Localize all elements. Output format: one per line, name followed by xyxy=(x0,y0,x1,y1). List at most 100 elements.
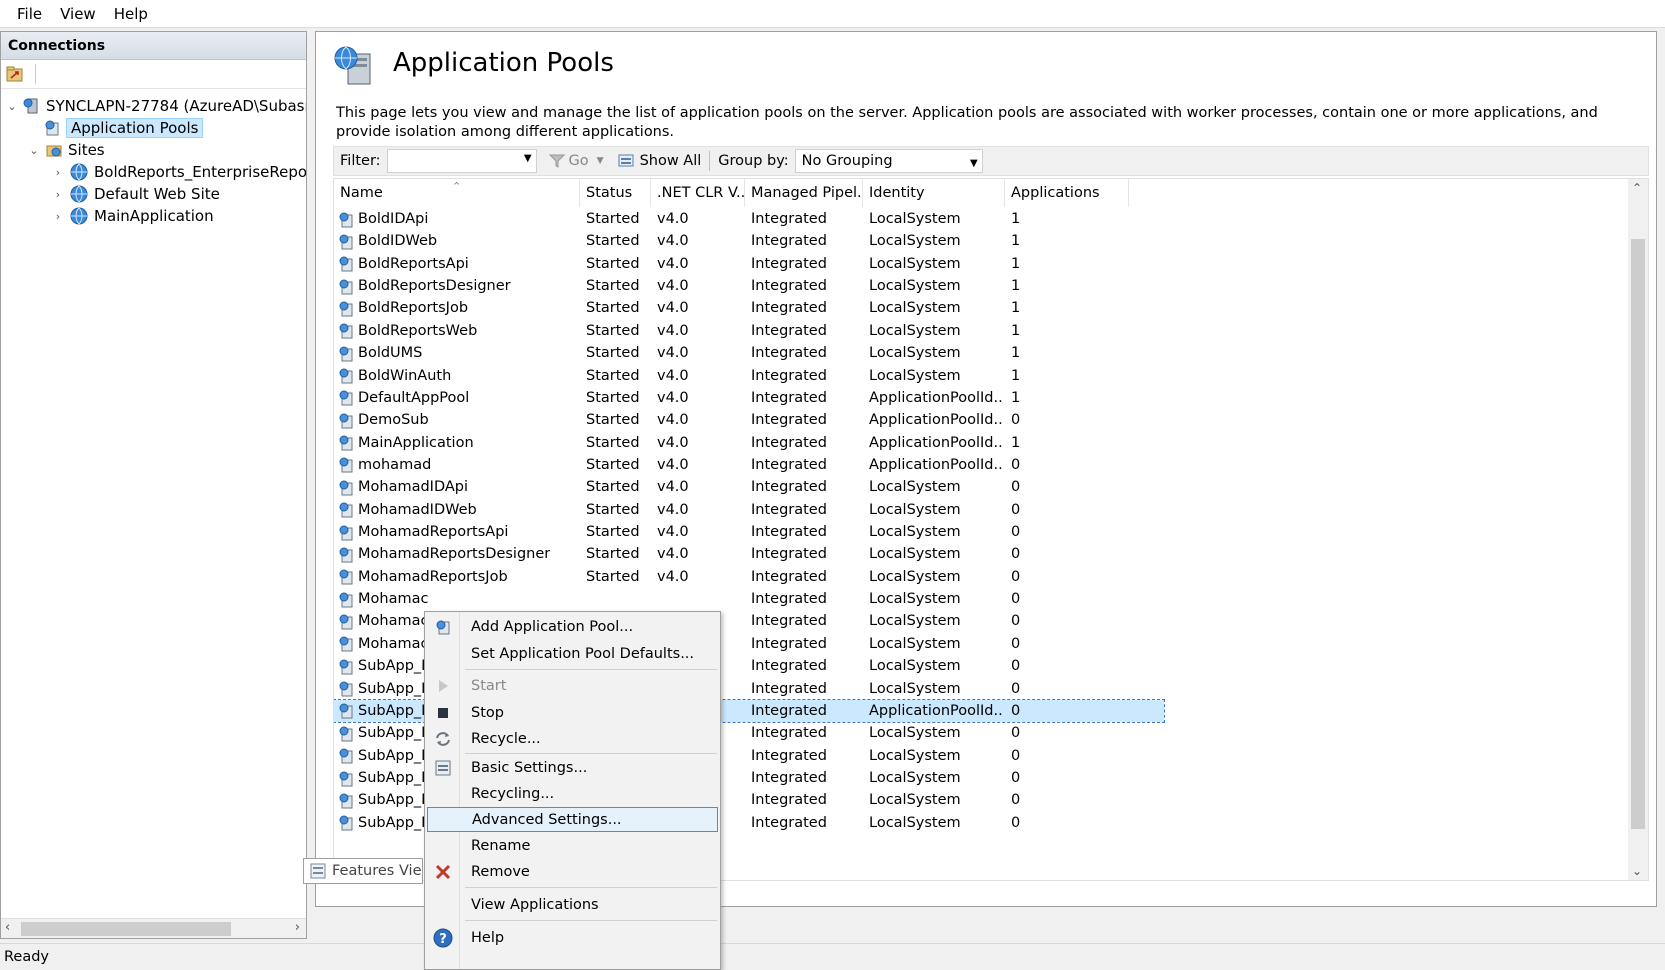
cell-apps: 0 xyxy=(1011,613,1021,630)
column-header-applications[interactable]: Applications xyxy=(1005,179,1129,207)
menu-item-add-application-pool[interactable]: Add Application Pool... xyxy=(427,614,718,639)
group-by-select[interactable]: No Grouping ▼ xyxy=(794,149,983,175)
table-row[interactable]: MohamadIDApi Started v4.0 Integrated LocalSy… xyxy=(334,476,1164,498)
chevron-down-icon[interactable]: ⌄ xyxy=(27,144,41,157)
table-row[interactable]: BoldUMS Started v4.0 Integrated LocalSystem 1 xyxy=(334,342,1164,364)
tree-node-site[interactable]: › Default Web Site xyxy=(51,183,220,205)
cell-pipeline: Integrated xyxy=(751,211,827,227)
features-view-tab[interactable]: Features Vie xyxy=(303,858,423,884)
cell-identity: ApplicationPoolId... xyxy=(869,702,1003,719)
chevron-right-icon[interactable]: › xyxy=(51,188,65,201)
menu-file[interactable]: File xyxy=(8,5,51,23)
scroll-thumb[interactable] xyxy=(1631,239,1645,829)
cell-name: BoldUMS xyxy=(334,342,574,364)
scroll-thumb[interactable] xyxy=(21,922,231,936)
cell-identity: LocalSystem xyxy=(869,814,961,831)
dropdown-arrow-icon[interactable]: ▼ xyxy=(970,153,978,175)
dropdown-arrow-icon[interactable]: ▼ xyxy=(597,156,604,166)
table-row[interactable]: BoldReportsJob Started v4.0 Integrated Local… xyxy=(334,297,1164,319)
chevron-right-icon[interactable]: › xyxy=(51,166,65,179)
app-pool-icon xyxy=(339,547,353,563)
table-row[interactable]: mohamad Started v4.0 Integrated ApplicationP… xyxy=(334,454,1164,476)
column-header-status[interactable]: Status xyxy=(580,179,651,207)
menu-item-start[interactable]: Start xyxy=(427,673,718,698)
app-pool-icon xyxy=(339,212,353,227)
connections-hscrollbar[interactable]: ‹ › xyxy=(1,918,306,938)
table-row[interactable]: MainApplication Started v4.0 Integrated Appl… xyxy=(334,432,1164,454)
chevron-right-icon[interactable]: › xyxy=(51,210,65,223)
cell-status: Started xyxy=(586,412,640,429)
go-button[interactable]: Go ▼ xyxy=(548,153,604,169)
dropdown-arrow-icon[interactable]: ▼ xyxy=(524,153,532,164)
scroll-right-icon[interactable]: › xyxy=(295,920,300,935)
column-header-pipeline[interactable]: Managed Pipel... xyxy=(745,179,863,207)
tree-node-application-pools[interactable]: Application Pools xyxy=(39,117,204,139)
cell-apps: 0 xyxy=(1011,658,1021,675)
menu-item-help[interactable]: ? Help xyxy=(427,925,718,950)
table-row[interactable]: BoldWinAuth Started v4.0 Integrated LocalSys… xyxy=(334,365,1164,387)
menu-item-stop[interactable]: Stop xyxy=(427,700,718,725)
table-row[interactable]: BoldIDApi Started v4.0 Integrated LocalSyste… xyxy=(334,208,1164,230)
tree-node-site[interactable]: › MainApplication xyxy=(51,205,214,227)
cell-name: BoldReportsDesigner xyxy=(334,275,574,297)
cell-pipeline: Integrated xyxy=(751,278,827,295)
table-row[interactable]: MohamadReportsDesigner Started v4.0 Integra… xyxy=(334,543,1164,565)
menu-item-basic-settings[interactable]: Basic Settings... xyxy=(427,755,718,780)
menu-item-set-defaults[interactable]: Set Application Pool Defaults... xyxy=(427,641,718,666)
menu-separator xyxy=(465,920,717,921)
scroll-up-icon[interactable]: ⌃ xyxy=(1632,181,1642,195)
cell-name: DefaultAppPool xyxy=(334,387,574,409)
show-all-button[interactable]: Show All xyxy=(618,153,702,169)
menu-item-advanced-settings[interactable]: Advanced Settings... xyxy=(427,807,718,832)
cell-status: Started xyxy=(586,211,640,227)
connect-icon[interactable] xyxy=(5,65,25,83)
column-header-name[interactable]: Name ⌃ xyxy=(334,179,580,207)
table-row[interactable]: MohamadIDWeb Started v4.0 Integrated LocalSy… xyxy=(334,499,1164,521)
cell-status: Started xyxy=(586,322,640,339)
show-all-label: Show All xyxy=(639,153,702,169)
cell-apps: 1 xyxy=(1011,345,1021,362)
menu-item-view-applications[interactable]: View Applications xyxy=(427,892,718,917)
sort-up-icon: ⌃ xyxy=(452,180,462,193)
cell-status: Started xyxy=(586,255,640,272)
chevron-down-icon[interactable]: ⌄ xyxy=(5,100,19,113)
cell-clr: v4.0 xyxy=(657,434,689,451)
recycle-icon xyxy=(436,731,450,746)
menu-item-recycling[interactable]: Recycling... xyxy=(427,781,718,806)
table-row[interactable]: MohamadReportsApi Started v4.0 Integrated Lo… xyxy=(334,521,1164,543)
svg-text:?: ? xyxy=(439,932,447,947)
table-row[interactable]: BoldIDWeb Started v4.0 Integrated LocalSyste… xyxy=(334,230,1164,252)
connections-toolbar xyxy=(1,60,306,89)
table-row[interactable]: BoldReportsWeb Started v4.0 Integrated Local… xyxy=(334,320,1164,342)
tree-node-site[interactable]: › BoldReports_EnterpriseReportin xyxy=(51,161,306,183)
column-header-identity[interactable]: Identity xyxy=(863,179,1005,207)
table-row[interactable]: BoldReportsApi Started v4.0 Integrated Local… xyxy=(334,253,1164,275)
scroll-down-icon[interactable]: ⌄ xyxy=(1632,864,1642,878)
help-icon: ? xyxy=(433,928,453,947)
column-header-clr[interactable]: .NET CLR V... xyxy=(651,179,745,207)
table-row[interactable]: MohamadReportsJob Started v4.0 Integrated Lo… xyxy=(334,566,1164,588)
tree-node-server[interactable]: ⌄ SYNCLAPN-27784 (AzureAD\SubasriVi xyxy=(5,95,306,117)
grid-header: Name ⌃ Status .NET CLR V... Managed Pipel… xyxy=(334,179,1624,207)
table-row[interactable]: DefaultAppPool Started v4.0 Integrated Appli… xyxy=(334,387,1164,409)
grid-vscrollbar[interactable]: ⌃ ⌄ xyxy=(1628,179,1648,880)
table-row[interactable]: DemoSub Started v4.0 Integrated ApplicationP… xyxy=(334,409,1164,431)
filter-input[interactable]: ▼ xyxy=(386,149,537,173)
app-pool-icon xyxy=(339,480,353,496)
menu-help[interactable]: Help xyxy=(105,5,157,23)
menu-item-rename[interactable]: Rename xyxy=(427,833,718,858)
scroll-left-icon[interactable]: ‹ xyxy=(5,920,10,935)
group-by-label: Group by: xyxy=(718,153,789,169)
cell-name-text: SubApp_R xyxy=(358,814,432,831)
cell-clr: v4.0 xyxy=(657,211,689,227)
cell-apps: 0 xyxy=(1011,479,1021,496)
menu-view[interactable]: View xyxy=(51,5,105,23)
cell-pipeline: Integrated xyxy=(751,367,827,384)
table-row[interactable]: Mohamac Integrated LocalSystem 0 xyxy=(334,588,1164,610)
menu-item-recycle[interactable]: Recycle... xyxy=(427,726,718,751)
menu-item-remove[interactable]: Remove xyxy=(427,859,718,884)
table-row[interactable]: BoldReportsDesigner Started v4.0 Integrated… xyxy=(334,275,1164,297)
tree-node-sites[interactable]: ⌄ Sites xyxy=(27,139,104,161)
cell-apps: 1 xyxy=(1011,367,1021,384)
cell-apps: 0 xyxy=(1011,814,1021,831)
